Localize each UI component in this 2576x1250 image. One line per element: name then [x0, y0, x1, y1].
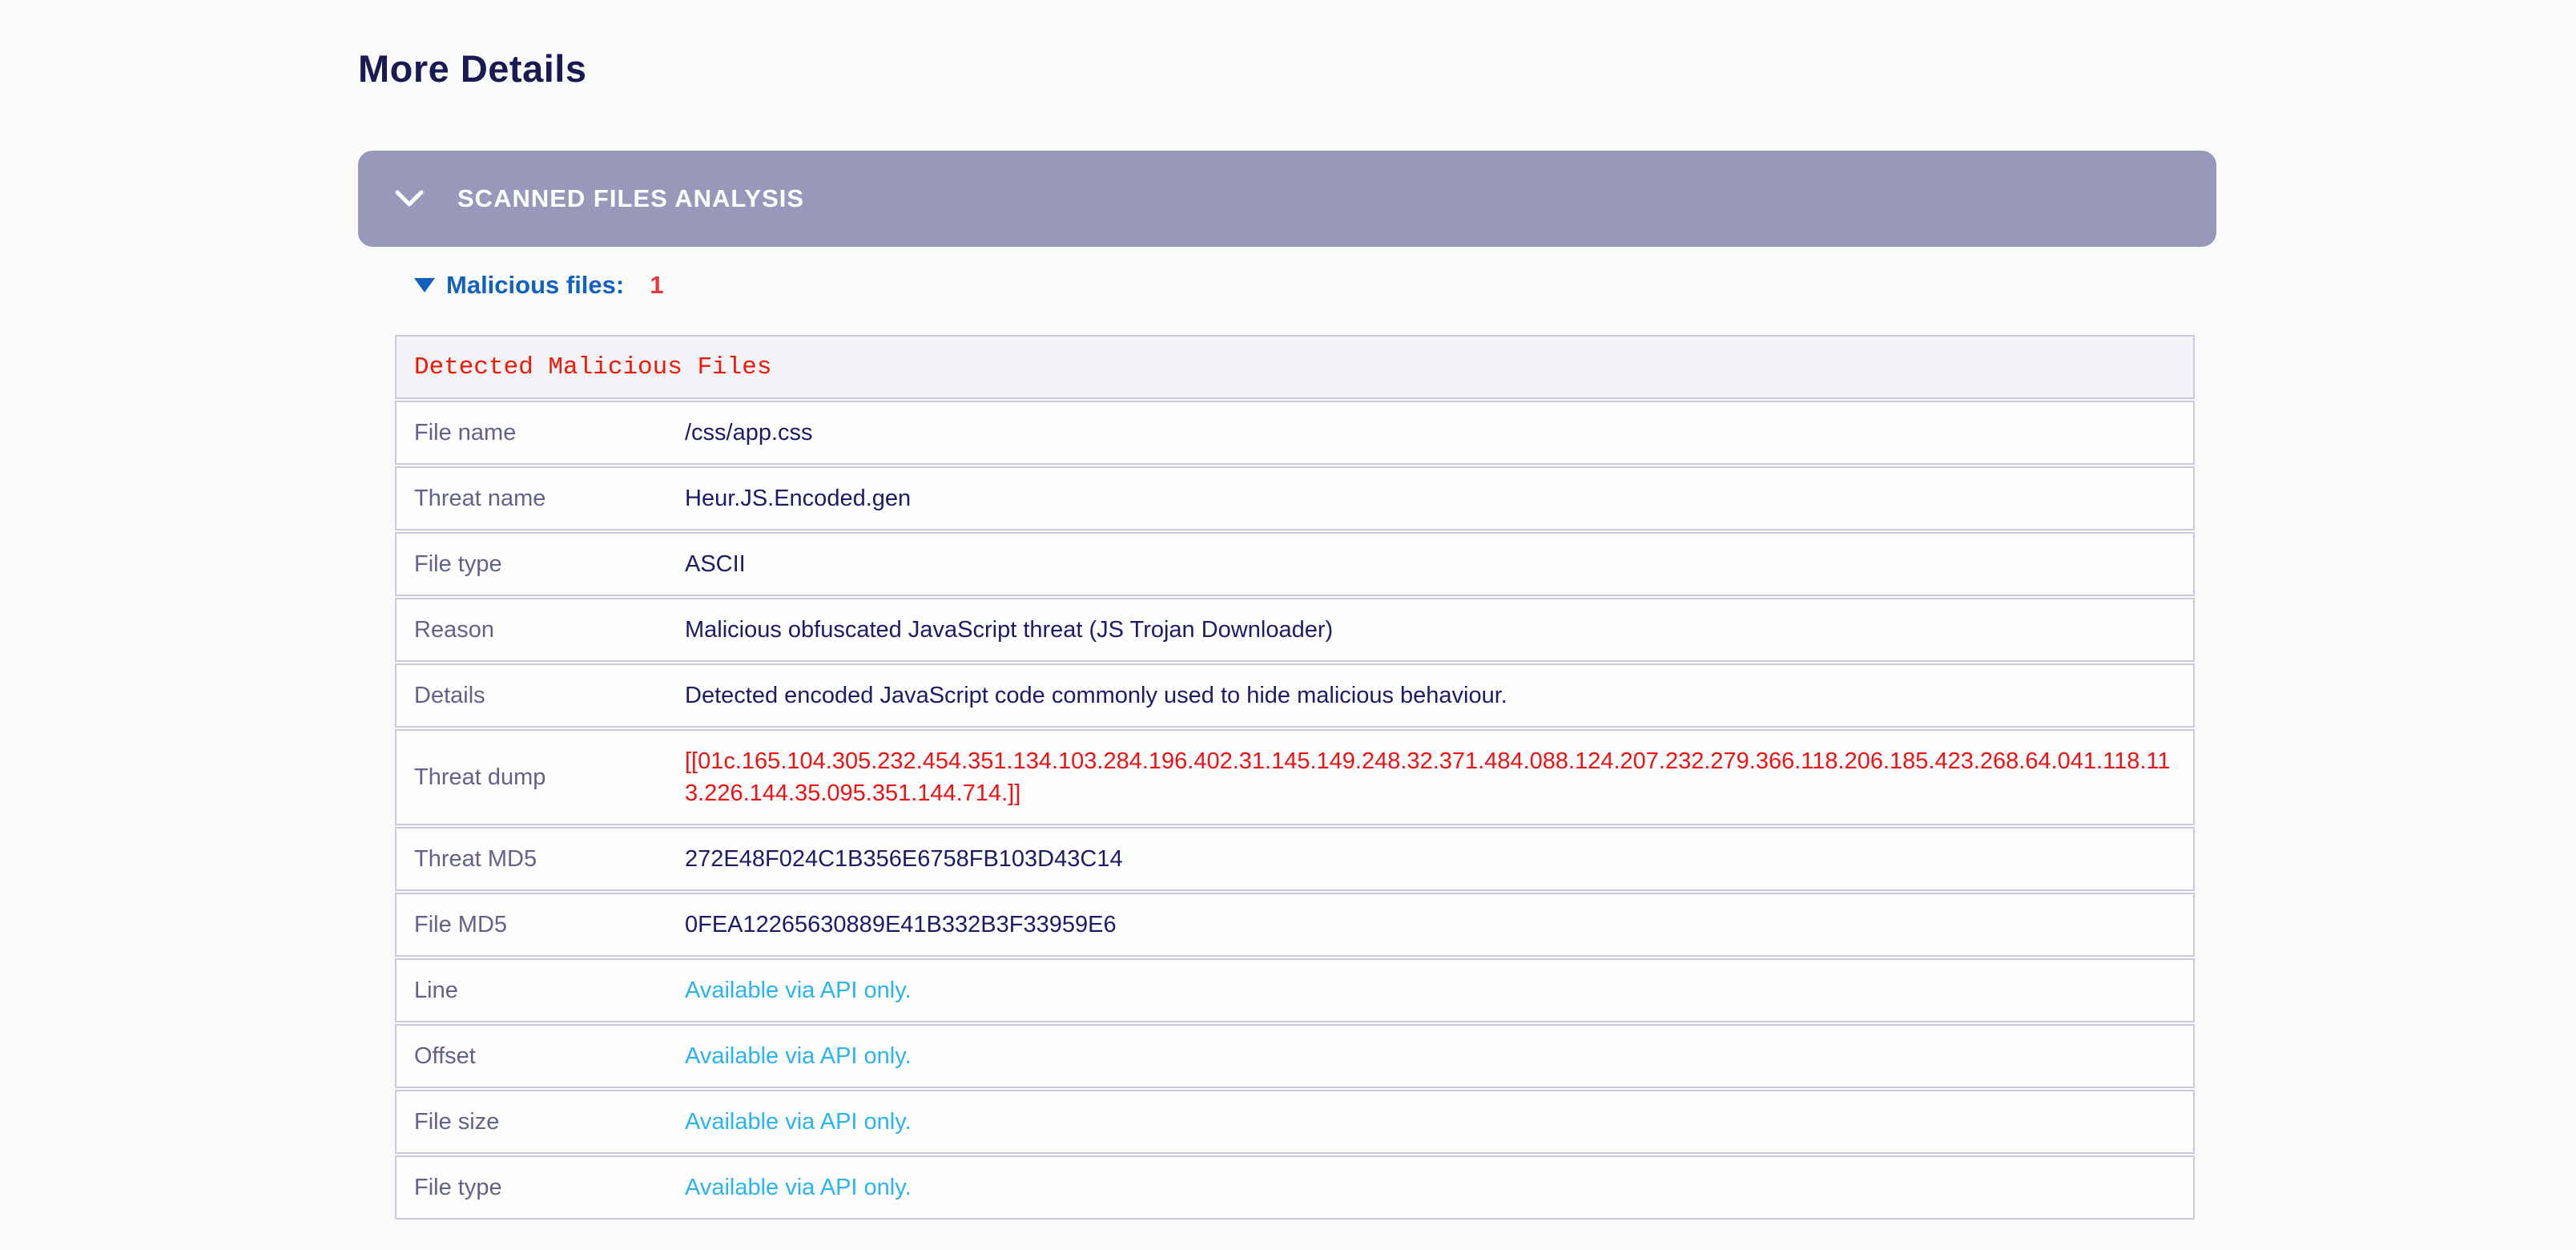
row-label: Reason [396, 617, 685, 643]
row-value: Heur.JS.Encoded.gen [685, 482, 2193, 514]
row-value: Available via API only. [685, 1171, 2193, 1204]
table-row-file-type-2: File type Available via API only. [395, 1155, 2195, 1220]
page-title: More Details [358, 46, 586, 91]
row-value: Malicious obfuscated JavaScript threat (… [685, 614, 2193, 646]
row-label: Threat name [396, 486, 685, 512]
triangle-down-icon [414, 278, 435, 292]
table-row-file-name: File name /css/app.css [395, 401, 2195, 465]
row-value: /css/app.css [685, 417, 2193, 449]
malicious-files-toggle[interactable]: Malicious files: 1 [414, 269, 663, 301]
malicious-files-table: Detected Malicious Files File name /css/… [395, 335, 2195, 1221]
table-row-reason: Reason Malicious obfuscated JavaScript t… [395, 598, 2195, 662]
table-row-offset: Offset Available via API only. [395, 1024, 2195, 1088]
malicious-files-count: 1 [650, 271, 663, 300]
row-label: Threat dump [396, 764, 685, 791]
page: More Details SCANNED FILES ANALYSIS Mali… [0, 0, 2576, 1250]
row-value: 0FEA12265630889E41B332B3F33959E6 [685, 909, 2193, 941]
row-value: ASCII [685, 548, 2193, 580]
table-row-threat-dump: Threat dump [[01c.165.104.305.232.454.35… [395, 729, 2195, 825]
row-value: [[01c.165.104.305.232.454.351.134.103.28… [685, 745, 2193, 809]
row-label: Details [396, 683, 685, 709]
table-caption: Detected Malicious Files [396, 353, 771, 381]
table-row-threat-md5: Threat MD5 272E48F024C1B356E6758FB103D43… [395, 827, 2195, 891]
chevron-down-icon [395, 189, 424, 208]
malicious-files-label: Malicious files: [446, 271, 624, 300]
row-label: File type [396, 551, 685, 578]
table-row-file-type: File type ASCII [395, 532, 2195, 596]
row-value: Available via API only. [685, 1106, 2193, 1138]
table-caption-row: Detected Malicious Files [395, 335, 2195, 399]
row-label: Threat MD5 [396, 846, 685, 873]
row-label: File type [396, 1175, 685, 1201]
row-value: Available via API only. [685, 974, 2193, 1006]
table-row-file-size: File size Available via API only. [395, 1090, 2195, 1154]
section-header-scanned-files-analysis[interactable]: SCANNED FILES ANALYSIS [358, 151, 2216, 247]
table-row-threat-name: Threat name Heur.JS.Encoded.gen [395, 466, 2195, 530]
row-label: Offset [396, 1043, 685, 1070]
row-label: File name [396, 420, 685, 446]
row-label: File size [396, 1109, 685, 1135]
row-value: Detected encoded JavaScript code commonl… [685, 679, 2193, 712]
section-header-label: SCANNED FILES ANALYSIS [457, 184, 804, 213]
table-row-details: Details Detected encoded JavaScript code… [395, 663, 2195, 728]
table-row-line: Line Available via API only. [395, 958, 2195, 1022]
table-row-file-md5: File MD5 0FEA12265630889E41B332B3F33959E… [395, 893, 2195, 957]
row-value: 272E48F024C1B356E6758FB103D43C14 [685, 843, 2193, 875]
row-label: Line [396, 978, 685, 1004]
row-label: File MD5 [396, 912, 685, 938]
row-value: Available via API only. [685, 1040, 2193, 1072]
